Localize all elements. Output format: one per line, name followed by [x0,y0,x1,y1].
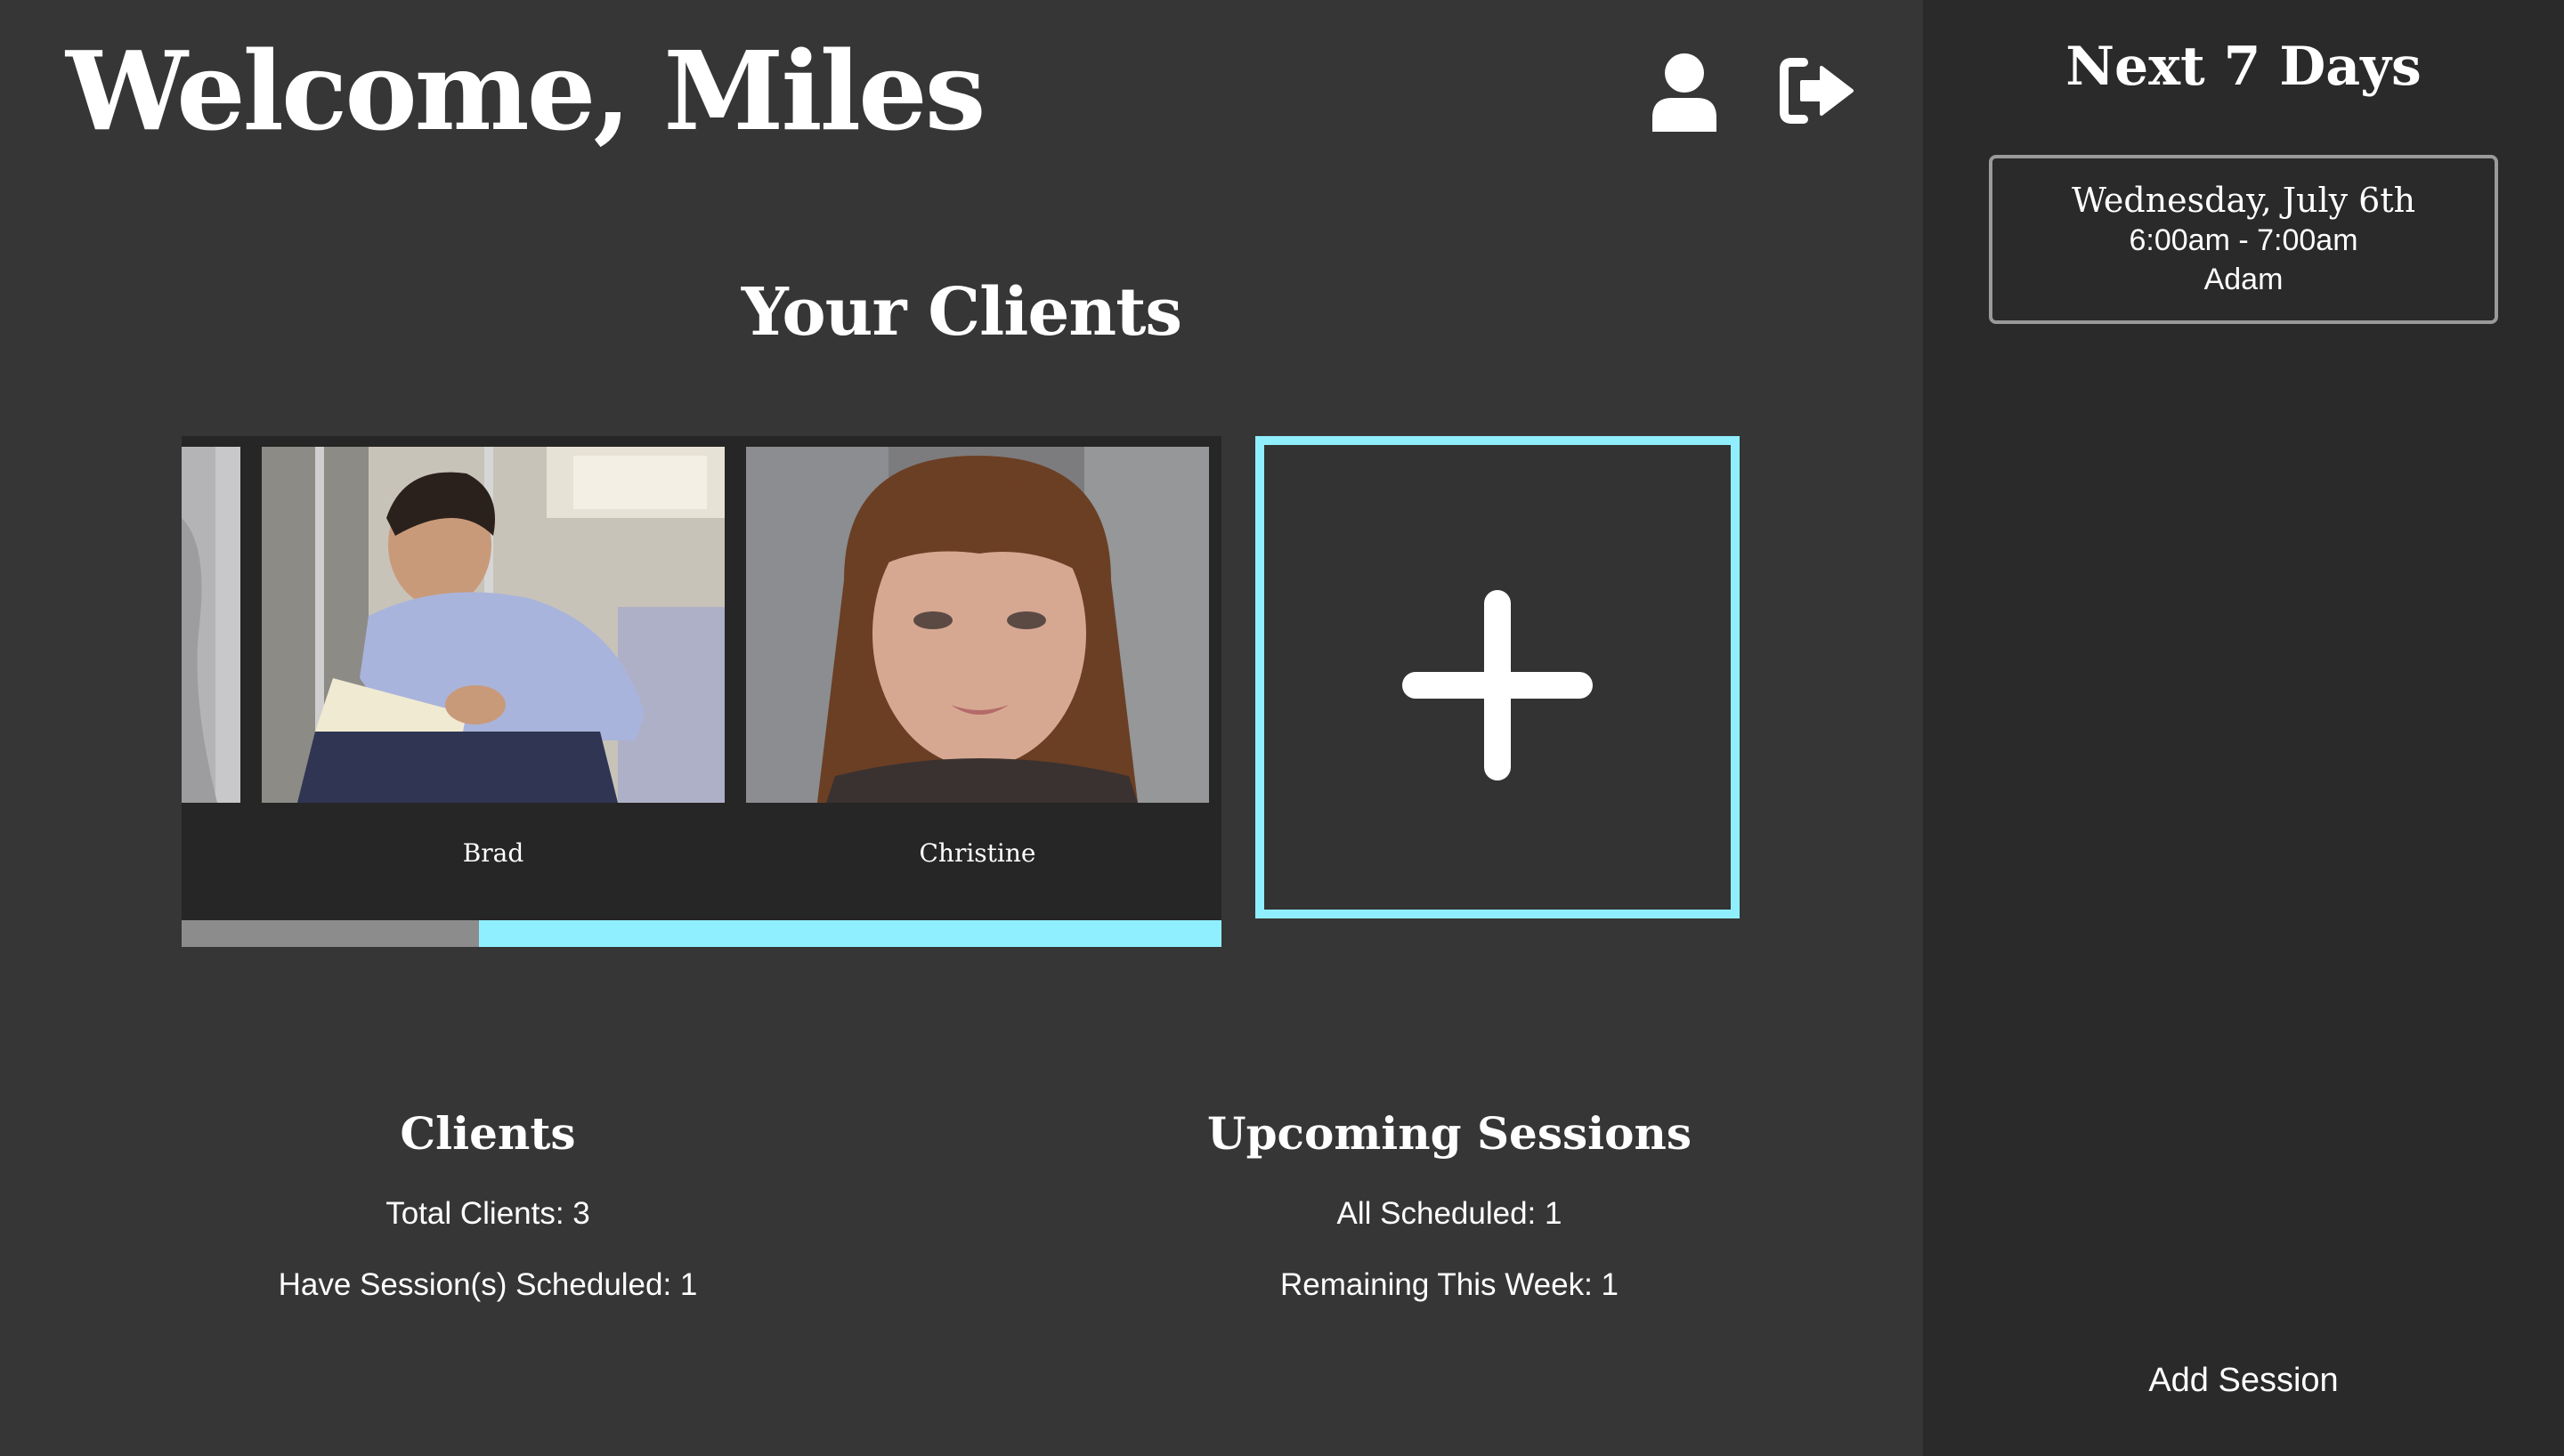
main-area: Welcome, Miles Your Clients Brad Christi… [0,0,1923,1456]
plus-icon [1402,590,1593,781]
session-card[interactable]: Wednesday, July 6th 6:00am - 7:00am Adam [1989,155,2498,324]
remaining-week-text: Remaining This Week: 1 [1280,1267,1619,1302]
upcoming-sidebar: Next 7 Days Wednesday, July 6th 6:00am -… [1923,0,2564,1456]
profile-button[interactable] [1649,52,1720,132]
scrollbar-thumb[interactable] [182,920,479,947]
client-photo [262,447,725,803]
client-card[interactable] [746,447,1209,803]
session-date: Wednesday, July 6th [2071,181,2416,220]
sessions-stats: Upcoming Sessions [1138,1107,1761,1161]
client-name: Brad [462,838,524,868]
total-clients-text: Total Clients: 3 [385,1196,590,1231]
clients-stats-title: Clients [400,1107,576,1160]
session-time: 6:00am - 7:00am [2129,223,2358,257]
carousel-scrollbar[interactable] [182,920,1221,947]
session-client: Adam [2203,263,2284,296]
client-photo [182,447,240,803]
clients-stats: Clients [176,1107,799,1161]
all-scheduled-text: All Scheduled: 1 [1336,1196,1562,1231]
add-client-button[interactable] [1255,436,1740,918]
client-name: Christine [919,838,1036,868]
add-session-button[interactable]: Add Session [1923,1362,2564,1400]
sidebar-title: Next 7 Days [2065,36,2422,98]
clients-carousel[interactable]: Brad Christine [182,436,1221,947]
sign-out-icon [1780,58,1854,124]
client-photo [746,447,1209,803]
clients-heading: Your Clients [741,274,1182,351]
scheduled-clients-text: Have Session(s) Scheduled: 1 [278,1267,698,1302]
welcome-heading: Welcome, Miles [66,27,986,155]
sessions-stats-title: Upcoming Sessions [1206,1107,1692,1160]
user-icon [1652,53,1716,132]
client-card[interactable] [182,447,240,803]
logout-button[interactable] [1777,55,1855,126]
client-card[interactable] [262,447,725,803]
